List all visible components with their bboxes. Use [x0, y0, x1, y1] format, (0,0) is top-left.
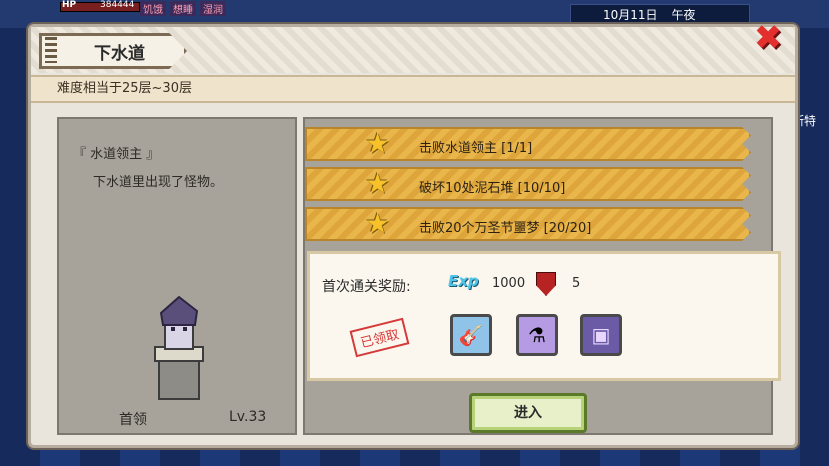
- boss-name: 『 水道领主 』: [73, 147, 160, 162]
- potion-icon: ⚗: [528, 323, 546, 347]
- objective-row: ★ 击败20个万圣节噩梦 [20/20]: [305, 207, 751, 241]
- first-clear-rewards: 首次通关奖励: Exp 1000 5 已领取 🎸 ⚗ ▣: [307, 251, 781, 381]
- boss-level: Lv.33: [229, 409, 267, 425]
- enter-button[interactable]: 进入: [469, 393, 587, 433]
- difficulty-bar: 难度相当于25层~30层: [31, 75, 795, 103]
- treasure-chest-item[interactable]: ▣: [580, 314, 622, 356]
- exp-value: 1000: [492, 276, 526, 291]
- date-display: 10月11日 午夜: [570, 4, 750, 24]
- dialog-title-tab: 下水道: [39, 33, 187, 69]
- status-tags: 饥饿 想睡 湿润: [140, 1, 226, 16]
- star-icon: ★: [365, 127, 391, 160]
- shield-icon: [536, 272, 556, 296]
- status-tag: 湿润: [200, 1, 226, 16]
- reward-label: 首次通关奖励:: [322, 279, 411, 295]
- exp-icon: Exp: [448, 272, 479, 290]
- objectives-panel: ★ 击败水道领主 [1/1] ★ 破坏10处泥石堆 [10/10] ★ 击败20…: [303, 117, 781, 435]
- difficulty-text: 难度相当于25层~30层: [57, 81, 192, 96]
- hp-value: 384444: [100, 0, 135, 10]
- status-tag: 想睡: [170, 1, 196, 16]
- date-text: 10月11日: [603, 7, 658, 22]
- boss-card: 『 水道领主 』 下水道里出现了怪物。 首领 Lv.33: [57, 117, 297, 435]
- objective-text: 击败20个万圣节噩梦 [20/20]: [419, 221, 592, 236]
- boss-sprite-icon: [154, 295, 204, 400]
- time-of-day-text: 午夜: [671, 7, 696, 22]
- dialog-title: 下水道: [94, 43, 145, 64]
- status-tag: 饥饿: [140, 1, 166, 16]
- chest-icon: ▣: [591, 323, 611, 347]
- star-icon: ★: [365, 167, 391, 200]
- objective-row: ★ 击败水道领主 [1/1]: [305, 127, 751, 161]
- guitar-scroll-item[interactable]: 🎸: [450, 314, 492, 356]
- star-icon: ★: [365, 207, 391, 240]
- boss-description: 下水道里出现了怪物。: [93, 175, 224, 190]
- objective-text: 击败水道领主 [1/1]: [419, 141, 533, 156]
- notebook-spiral-icon: [45, 37, 57, 63]
- dungeon-dialog: 下水道 难度相当于25层~30层 『 水道领主 』 下水道里出现了怪物。 首领 …: [28, 24, 798, 448]
- shield-value: 5: [572, 276, 581, 291]
- claimed-stamp: 已领取: [349, 317, 410, 358]
- close-icon[interactable]: ✖: [752, 21, 784, 55]
- potion-item[interactable]: ⚗: [516, 314, 558, 356]
- objective-row: ★ 破坏10处泥石堆 [10/10]: [305, 167, 751, 201]
- objective-text: 破坏10处泥石堆 [10/10]: [419, 181, 566, 196]
- hp-label: HP: [62, 0, 77, 10]
- guitar-icon: 🎸: [458, 323, 484, 347]
- boss-label: 首领: [119, 412, 147, 428]
